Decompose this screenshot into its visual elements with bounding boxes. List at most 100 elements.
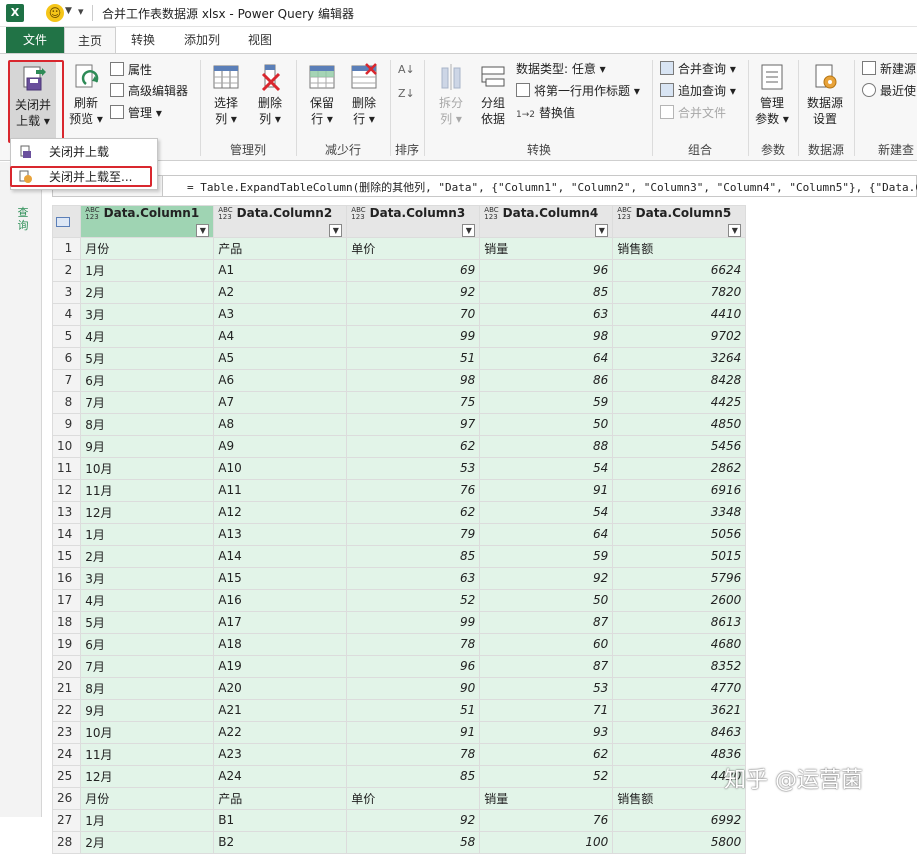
table-cell[interactable]: 90 [346, 676, 481, 700]
table-cell[interactable]: 3348 [612, 500, 747, 524]
column-header-1[interactable]: ABC 123 Data.Column1 ▼ [80, 205, 215, 238]
table-cell[interactable]: 12月 [80, 764, 215, 788]
table-cell[interactable]: A15 [213, 566, 348, 590]
table-cell[interactable]: 6月 [80, 632, 215, 656]
table-cell[interactable]: 4410 [612, 302, 747, 326]
table-cell[interactable]: 6992 [612, 808, 747, 832]
table-cell[interactable]: 销售额 [612, 236, 747, 260]
properties-button[interactable]: 属性 [110, 61, 152, 80]
tab-transform[interactable]: 转换 [120, 27, 166, 53]
data-type-dropdown[interactable]: 数据类型: 任意 ▾ [516, 60, 606, 79]
table-cell[interactable]: 3264 [612, 346, 747, 370]
table-cell[interactable]: 63 [479, 302, 614, 326]
table-cell[interactable]: 92 [346, 808, 481, 832]
table-cell[interactable]: 8月 [80, 412, 215, 436]
filter-dropdown-icon[interactable]: ▼ [595, 223, 609, 237]
smiley-dropdown-icon[interactable]: ▼ [65, 6, 72, 16]
table-cell[interactable]: 7月 [80, 390, 215, 414]
table-cell[interactable]: 10月 [80, 456, 215, 480]
table-cell[interactable]: 月份 [80, 786, 215, 810]
table-cell[interactable]: 4850 [612, 412, 747, 436]
table-cell[interactable]: 月份 [80, 236, 215, 260]
table-cell[interactable]: 86 [479, 368, 614, 392]
table-cell[interactable]: A8 [213, 412, 348, 436]
replace-values-button[interactable]: 1→2 替换值 [516, 104, 575, 123]
table-cell[interactable]: 70 [346, 302, 481, 326]
table-cell[interactable]: 1月 [80, 522, 215, 546]
table-cell[interactable]: 7月 [80, 654, 215, 678]
table-cell[interactable]: A12 [213, 500, 348, 524]
table-cell[interactable]: 销量 [479, 236, 614, 260]
table-cell[interactable]: 52 [479, 764, 614, 788]
table-cell[interactable]: 51 [346, 698, 481, 722]
table-cell[interactable]: 99 [346, 610, 481, 634]
table-cell[interactable]: 85 [346, 544, 481, 568]
table-cell[interactable]: 5456 [612, 434, 747, 458]
table-cell[interactable]: A13 [213, 522, 348, 546]
remove-columns-button[interactable]: 删除 列 ▾ [250, 62, 290, 127]
table-cell[interactable]: 87 [479, 654, 614, 678]
table-cell[interactable]: 54 [479, 456, 614, 480]
advanced-editor-button[interactable]: 高级编辑器 [110, 82, 188, 101]
column-header-3[interactable]: ABC 123 Data.Column3 ▼ [346, 205, 481, 238]
table-cell[interactable]: A24 [213, 764, 348, 788]
table-cell[interactable]: 100 [479, 830, 614, 854]
table-cell[interactable]: 76 [479, 808, 614, 832]
table-cell[interactable]: A2 [213, 280, 348, 304]
table-cell[interactable]: 51 [346, 346, 481, 370]
tab-add-column[interactable]: 添加列 [174, 27, 230, 53]
table-cell[interactable]: 53 [479, 676, 614, 700]
formula-bar[interactable]: = Table.ExpandTableColumn(删除的其他列, "Data"… [52, 175, 917, 197]
table-cell[interactable]: 2600 [612, 588, 747, 612]
table-cell[interactable]: 69 [346, 258, 481, 282]
table-cell[interactable]: 10月 [80, 720, 215, 744]
table-cell[interactable]: 75 [346, 390, 481, 414]
table-cell[interactable]: 91 [479, 478, 614, 502]
table-cell[interactable]: 4月 [80, 324, 215, 348]
table-cell[interactable]: 5月 [80, 610, 215, 634]
table-cell[interactable]: 6624 [612, 258, 747, 282]
data-grid[interactable]: ABC 123 Data.Column1 ▼ ABC 123 Data.Column2 ▼ … [51, 205, 747, 854]
keep-rows-button[interactable]: 保留 行 ▾ [302, 62, 342, 127]
table-cell[interactable]: A9 [213, 434, 348, 458]
table-cell[interactable]: 88 [479, 434, 614, 458]
table-cell[interactable]: 8428 [612, 368, 747, 392]
table-cell[interactable]: 11月 [80, 742, 215, 766]
table-cell[interactable]: 8月 [80, 676, 215, 700]
table-cell[interactable]: 96 [479, 258, 614, 282]
table-cell[interactable]: 1月 [80, 258, 215, 282]
smiley-feedback-icon[interactable]: ☺ [46, 4, 64, 22]
table-cell[interactable]: 3月 [80, 302, 215, 326]
table-cell[interactable]: 9月 [80, 434, 215, 458]
table-cell[interactable]: 9月 [80, 698, 215, 722]
table-cell[interactable]: 98 [346, 368, 481, 392]
table-cell[interactable]: 63 [346, 566, 481, 590]
table-cell[interactable]: 85 [346, 764, 481, 788]
table-cell[interactable]: 11月 [80, 478, 215, 502]
table-cell[interactable]: 1月 [80, 808, 215, 832]
merge-queries-button[interactable]: 合并查询 ▾ [660, 60, 736, 79]
table-cell[interactable]: A18 [213, 632, 348, 656]
table-cell[interactable]: 8352 [612, 654, 747, 678]
table-cell[interactable]: 96 [346, 654, 481, 678]
filter-dropdown-icon[interactable]: ▼ [462, 223, 476, 237]
table-cell[interactable]: 50 [479, 588, 614, 612]
table-cell[interactable]: 7820 [612, 280, 747, 304]
table-cell[interactable]: A16 [213, 588, 348, 612]
table-cell[interactable]: A19 [213, 654, 348, 678]
table-cell[interactable]: 53 [346, 456, 481, 480]
table-cell[interactable]: 71 [479, 698, 614, 722]
table-cell[interactable]: 78 [346, 632, 481, 656]
table-cell[interactable]: A21 [213, 698, 348, 722]
table-cell[interactable]: 52 [346, 588, 481, 612]
column-header-5[interactable]: ABC 123 Data.Column5 ▼ [612, 205, 747, 238]
manage-parameters-button[interactable]: 管理 参数 ▾ [752, 62, 792, 127]
table-cell[interactable]: 98 [479, 324, 614, 348]
remove-rows-button[interactable]: 删除 行 ▾ [344, 62, 384, 127]
table-cell[interactable]: 单价 [346, 786, 481, 810]
sort-descending-icon[interactable]: Z↓ [398, 84, 415, 103]
table-cell[interactable]: 9702 [612, 324, 747, 348]
table-cell[interactable]: A5 [213, 346, 348, 370]
table-cell[interactable]: A23 [213, 742, 348, 766]
table-cell[interactable]: 5800 [612, 830, 747, 854]
